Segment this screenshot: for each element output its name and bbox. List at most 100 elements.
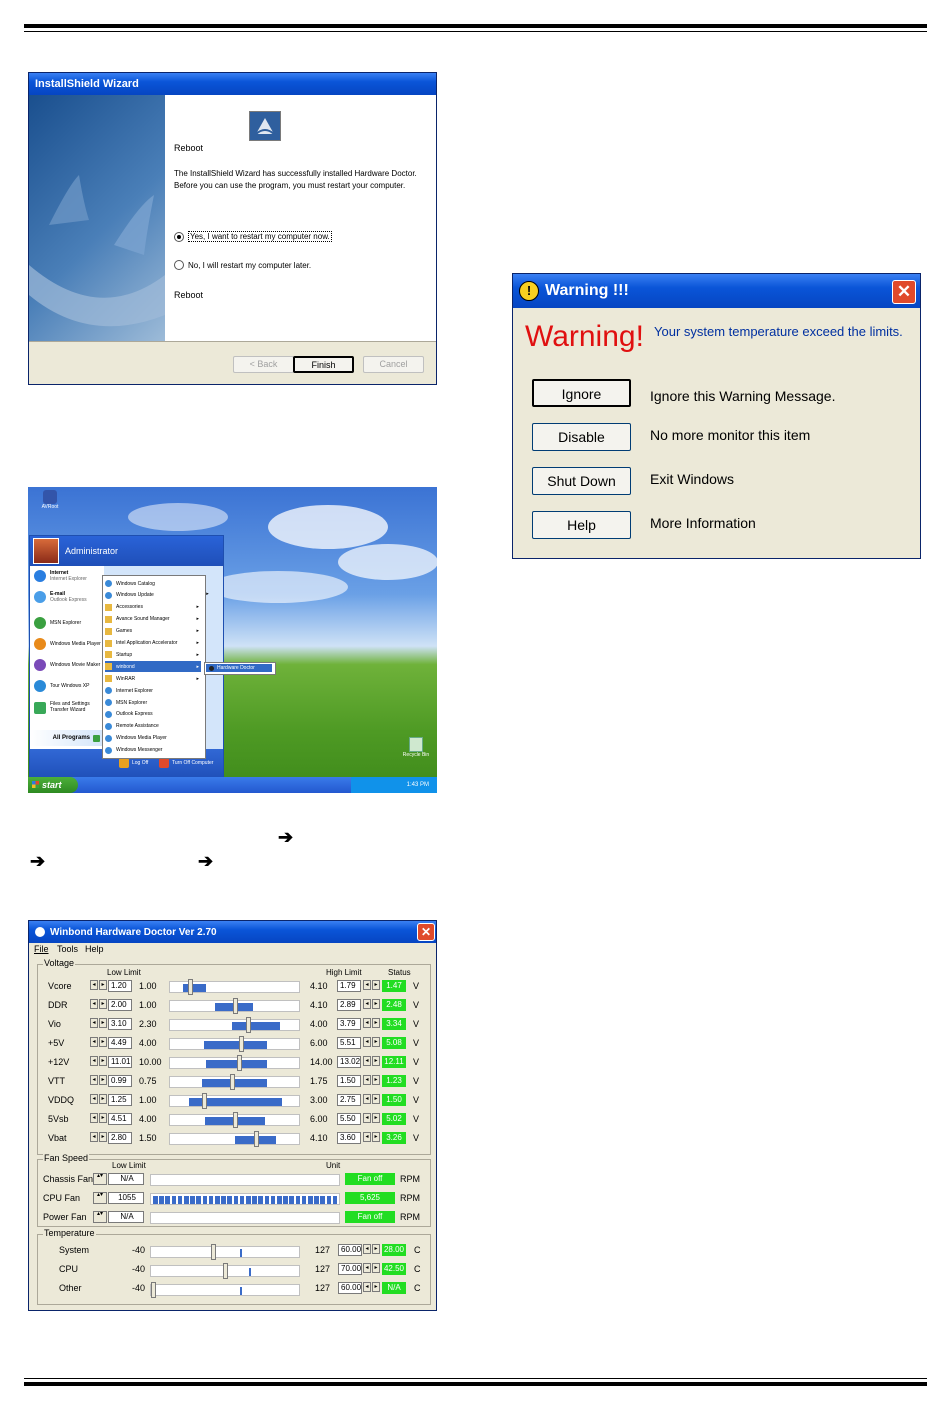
temperature-high-input[interactable]: 60.00 [338, 1244, 362, 1256]
program-menu-item[interactable]: Intel Application Accelerator ▸ [105, 638, 201, 649]
voltage-slider-thumb[interactable] [230, 1074, 236, 1090]
voltage-slider-thumb[interactable] [254, 1131, 260, 1147]
spin-left-icon[interactable]: ◂ [363, 1263, 371, 1273]
program-menu-item[interactable]: Windows Update [105, 590, 201, 601]
voltage-slider-track[interactable] [169, 1074, 300, 1090]
menu-file[interactable]: File [34, 944, 49, 954]
spin-right-icon[interactable]: ▸ [372, 980, 380, 990]
turn-off-button[interactable]: Turn Off Computer [159, 758, 213, 768]
voltage-slider-thumb[interactable] [239, 1036, 245, 1052]
spin-left-icon[interactable]: ◂ [363, 1075, 371, 1085]
shut-down-button[interactable]: Shut Down [532, 467, 631, 495]
temperature-slider-thumb[interactable] [223, 1263, 228, 1279]
spin-left-icon[interactable]: ◂ [90, 980, 98, 990]
warning-close-button[interactable]: ✕ [892, 280, 916, 304]
spin-left-icon[interactable]: ◂ [363, 1282, 371, 1292]
spin-left-icon[interactable]: ◂ [90, 1132, 98, 1142]
start-recent-item[interactable]: Windows Movie Maker [34, 659, 102, 671]
menu-tools[interactable]: Tools [57, 944, 78, 954]
all-programs-button[interactable]: All Programs [30, 730, 104, 746]
voltage-slider-track[interactable] [169, 1093, 300, 1109]
voltage-low-input[interactable]: 11.01 [108, 1056, 132, 1068]
spin-right-icon[interactable]: ▸ [372, 1094, 380, 1104]
voltage-high-input[interactable]: 3.60 [337, 1132, 361, 1144]
spin-right-icon[interactable]: ▸ [372, 1113, 380, 1123]
voltage-low-input[interactable]: 1.20 [108, 980, 132, 992]
voltage-slider-track[interactable] [169, 1131, 300, 1147]
temperature-slider-track[interactable] [150, 1244, 300, 1260]
desktop-app-icon[interactable]: AVRoot [36, 490, 64, 510]
fan-low-input[interactable]: N/A [108, 1211, 144, 1223]
help-button[interactable]: Help [532, 511, 631, 539]
spin-right-icon[interactable]: ▸ [372, 1056, 380, 1066]
voltage-low-input[interactable]: 3.10 [108, 1018, 132, 1030]
program-menu-item[interactable]: Remote Assistance [105, 721, 201, 732]
voltage-high-input[interactable]: 1.79 [337, 980, 361, 992]
program-menu-item[interactable]: Windows Catalog [105, 578, 201, 589]
spin-left-icon[interactable]: ◂ [363, 1018, 371, 1028]
program-menu-item[interactable]: Outlook Express [105, 709, 201, 720]
restart-now-radio[interactable]: Yes, I want to restart my computer now. [174, 231, 332, 242]
voltage-high-input[interactable]: 1.50 [337, 1075, 361, 1087]
voltage-slider-track[interactable] [169, 1112, 300, 1128]
spin-left-icon[interactable]: ◂ [363, 1113, 371, 1123]
spin-right-icon[interactable]: ▸ [99, 1037, 107, 1047]
spin-left-icon[interactable]: ◂ [363, 999, 371, 1009]
voltage-low-input[interactable]: 2.00 [108, 999, 132, 1011]
temperature-slider-track[interactable] [150, 1263, 300, 1279]
voltage-low-input[interactable]: 4.49 [108, 1037, 132, 1049]
spin-left-icon[interactable]: ◂ [363, 1094, 371, 1104]
voltage-high-input[interactable]: 5.51 [337, 1037, 361, 1049]
voltage-low-input[interactable]: 1.25 [108, 1094, 132, 1106]
voltage-high-input[interactable]: 13.02 [337, 1056, 361, 1068]
spin-right-icon[interactable]: ▸ [372, 1282, 380, 1292]
voltage-slider-thumb[interactable] [201, 1093, 207, 1109]
voltage-slider-track[interactable] [169, 979, 300, 995]
temperature-high-input[interactable]: 70.00 [338, 1263, 362, 1275]
temperature-slider-thumb[interactable] [151, 1282, 156, 1298]
spin-right-icon[interactable]: ▸ [99, 1132, 107, 1142]
spin-right-icon[interactable]: ▸ [372, 1244, 380, 1254]
voltage-slider-thumb[interactable] [236, 1055, 242, 1071]
spin-right-icon[interactable]: ▸ [99, 1094, 107, 1104]
hwd-close-button[interactable]: ✕ [417, 923, 435, 941]
voltage-low-input[interactable]: 2.80 [108, 1132, 132, 1144]
temperature-slider-track[interactable] [150, 1282, 300, 1298]
fan-spinner-icon[interactable]: ▴▾ [93, 1173, 107, 1185]
spin-left-icon[interactable]: ◂ [90, 1113, 98, 1123]
spin-left-icon[interactable]: ◂ [363, 980, 371, 990]
spin-right-icon[interactable]: ▸ [99, 999, 107, 1009]
spin-right-icon[interactable]: ▸ [99, 980, 107, 990]
back-button[interactable]: < Back [233, 356, 294, 373]
spin-right-icon[interactable]: ▸ [99, 1018, 107, 1028]
ignore-button[interactable]: Ignore [532, 379, 631, 407]
voltage-slider-thumb[interactable] [187, 979, 193, 995]
hardware-doctor-menu-item[interactable]: Hardware Doctor [206, 664, 272, 672]
voltage-slider-thumb[interactable] [233, 998, 238, 1014]
voltage-high-input[interactable]: 2.75 [337, 1094, 361, 1106]
start-pinned-internet[interactable]: Internet Internet Explorer [34, 570, 87, 582]
program-menu-item[interactable]: MSN Explorer [105, 697, 201, 708]
spin-left-icon[interactable]: ◂ [90, 1037, 98, 1047]
spin-left-icon[interactable]: ◂ [363, 1244, 371, 1254]
fan-low-input[interactable]: 1055 [108, 1192, 144, 1204]
program-menu-item[interactable]: WinRAR ▸ [105, 673, 201, 684]
program-menu-item[interactable]: Windows Messenger [105, 745, 201, 756]
fan-low-input[interactable]: N/A [108, 1173, 144, 1185]
spin-left-icon[interactable]: ◂ [363, 1132, 371, 1142]
spin-left-icon[interactable]: ◂ [90, 999, 98, 1009]
voltage-slider-track[interactable] [169, 1036, 300, 1052]
fan-spinner-icon[interactable]: ▴▾ [93, 1211, 107, 1223]
start-recent-item[interactable]: Windows Media Player [34, 638, 102, 650]
voltage-high-input[interactable]: 2.89 [337, 999, 361, 1011]
voltage-high-input[interactable]: 5.50 [337, 1113, 361, 1125]
spin-right-icon[interactable]: ▸ [372, 1263, 380, 1273]
voltage-slider-track[interactable] [169, 998, 300, 1014]
fan-spinner-icon[interactable]: ▴▾ [93, 1192, 107, 1204]
temperature-slider-thumb[interactable] [211, 1244, 217, 1260]
menu-help[interactable]: Help [85, 944, 104, 954]
spin-left-icon[interactable]: ◂ [363, 1037, 371, 1047]
voltage-slider-thumb[interactable] [245, 1017, 251, 1033]
program-menu-item[interactable]: Startup ▸ [105, 649, 201, 660]
voltage-slider-thumb[interactable] [233, 1112, 238, 1128]
